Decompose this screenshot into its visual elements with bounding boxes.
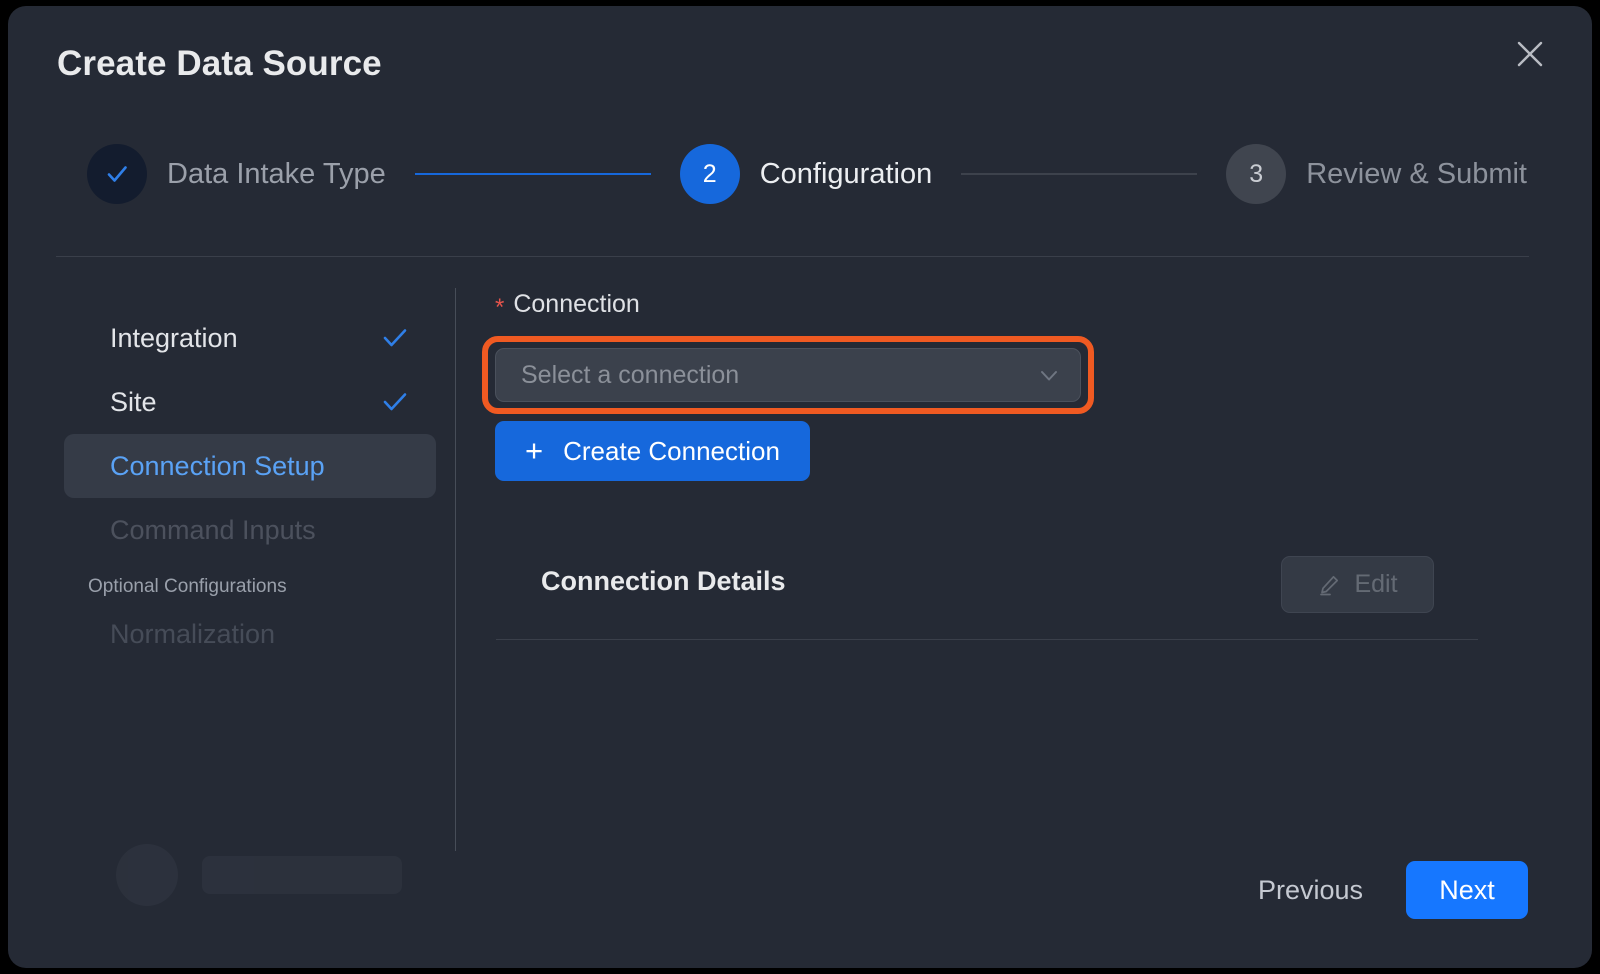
check-icon: [380, 387, 410, 417]
sidebar-faded-overflow: [64, 812, 436, 962]
step-data-intake-type[interactable]: Data Intake Type: [87, 144, 386, 204]
sidebar-item-site[interactable]: Site: [64, 370, 436, 434]
step-1-label: Data Intake Type: [167, 158, 386, 191]
step-3-label: Review & Submit: [1306, 158, 1527, 191]
sidebar-item-integration[interactable]: Integration: [64, 306, 436, 370]
stepper-connector-2-3: [961, 173, 1197, 175]
step-2-indicator: 2: [680, 144, 740, 204]
step-review-submit[interactable]: 3 Review & Submit: [1226, 144, 1527, 204]
check-icon: [380, 323, 410, 353]
placeholder-bar: [202, 856, 402, 894]
plus-icon: +: [525, 435, 543, 466]
sidebar-item-label: Command Inputs: [110, 515, 410, 546]
step-1-indicator-complete: [87, 144, 147, 204]
wizard-stepper: Data Intake Type 2 Configuration 3 Revie…: [87, 143, 1527, 205]
sidebar-item-label: Integration: [110, 323, 380, 354]
step-2-label: Configuration: [760, 158, 933, 191]
create-connection-button[interactable]: + Create Connection: [495, 421, 810, 481]
close-icon[interactable]: [1510, 34, 1550, 74]
stepper-connector-1-2: [415, 173, 651, 175]
connection-label-text: Connection: [513, 290, 639, 319]
create-data-source-dialog: Create Data Source Data Intake Type 2 Co…: [8, 6, 1592, 968]
sidebar-item-command-inputs[interactable]: Command Inputs: [64, 498, 436, 562]
sidebar-item-connection-setup[interactable]: Connection Setup: [64, 434, 436, 498]
sidebar-item-label: Connection Setup: [110, 451, 410, 482]
step-3-indicator: 3: [1226, 144, 1286, 204]
required-marker: *: [495, 294, 504, 322]
connection-select[interactable]: Select a connection: [495, 348, 1081, 402]
connection-details-divider: [496, 639, 1478, 640]
next-button[interactable]: Next: [1406, 861, 1528, 919]
sidebar-item-normalization[interactable]: Normalization: [64, 602, 436, 666]
sidebar-item-label: Normalization: [110, 619, 410, 650]
sidebar-group-title: Optional Configurations: [64, 576, 436, 598]
chevron-down-icon: [1036, 362, 1062, 388]
edit-connection-button[interactable]: Edit: [1281, 556, 1434, 613]
sidebar-content-divider: [455, 288, 456, 851]
connection-select-placeholder: Select a connection: [521, 361, 1036, 390]
sidebar-item-label: Site: [110, 387, 380, 418]
edit-button-label: Edit: [1354, 570, 1397, 599]
step-configuration[interactable]: 2 Configuration: [680, 144, 933, 204]
placeholder-circle: [116, 844, 178, 906]
previous-button[interactable]: Previous: [1246, 861, 1375, 919]
configuration-sidebar: Integration Site Connection Setup Comman…: [64, 306, 436, 666]
pencil-icon: [1317, 573, 1341, 597]
create-connection-label: Create Connection: [563, 436, 780, 467]
header-divider: [56, 256, 1529, 257]
connection-field-label: * Connection: [495, 290, 640, 319]
connection-details-heading: Connection Details: [541, 566, 786, 597]
page-title: Create Data Source: [57, 44, 382, 84]
